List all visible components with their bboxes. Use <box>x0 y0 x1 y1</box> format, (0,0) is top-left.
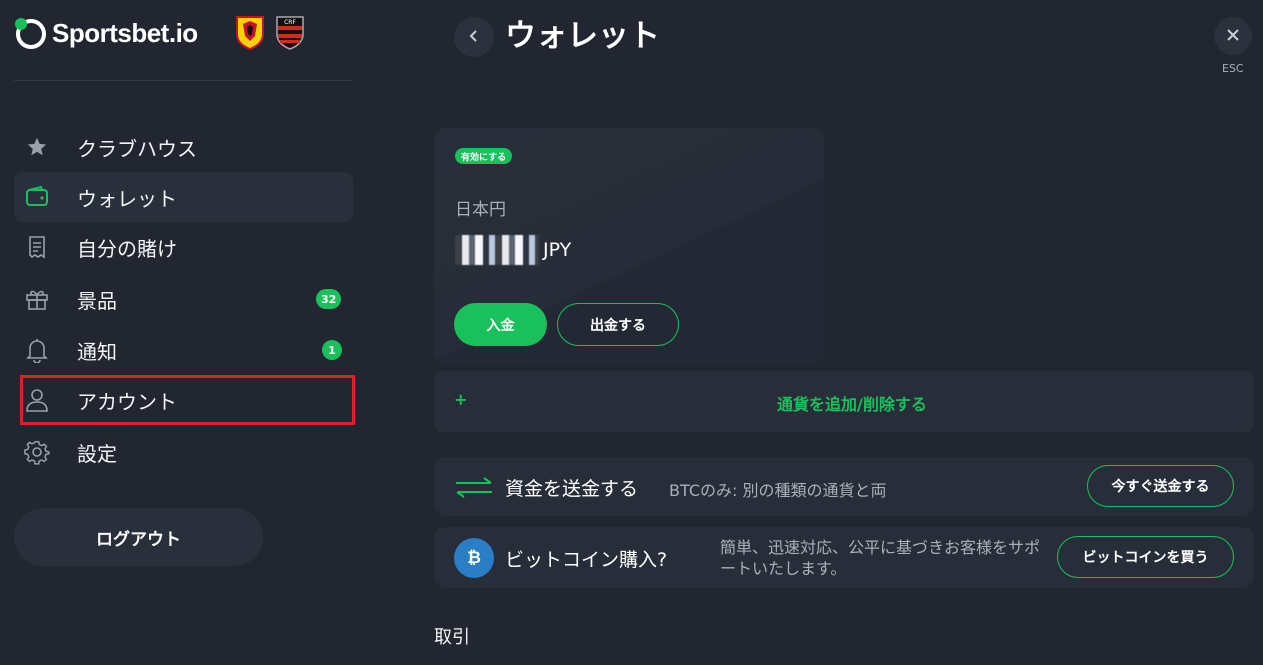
sidebar-divider <box>14 80 352 81</box>
withdraw-button[interactable]: 出金する <box>557 303 679 346</box>
notifications-count-badge: 1 <box>322 340 342 360</box>
sidebar-item-label: 景品 <box>77 288 117 313</box>
account-highlight-box <box>20 375 355 425</box>
transfer-description: BTCのみ: 別の種類の通貨と両 <box>669 481 887 500</box>
wallet-balance: JPY <box>455 235 571 265</box>
bell-icon <box>24 337 50 363</box>
back-button[interactable] <box>454 17 494 57</box>
transfer-title: 資金を送金する <box>505 478 639 500</box>
transfer-now-button[interactable]: 今すぐ送金する <box>1087 465 1234 507</box>
logo-ring-icon <box>14 17 46 49</box>
buy-bitcoin-title: ビットコイン購入? <box>505 549 668 571</box>
transfer-arrows-icon <box>454 476 494 502</box>
flamengo-crest-icon[interactable]: CRF <box>275 14 305 50</box>
sportsbet-logo[interactable]: Sportsbet.io <box>14 16 198 50</box>
sidebar-item-clubhouse[interactable]: クラブハウス <box>14 122 353 172</box>
page-title: ウォレット <box>505 18 660 54</box>
sidebar-item-my-bets[interactable]: 自分の賭け <box>14 222 353 272</box>
esc-hint: ESC <box>1222 62 1244 75</box>
sidebar-item-label: 自分の賭け <box>77 236 177 261</box>
add-remove-currency-link[interactable]: 通貨を追加/削除する <box>777 391 927 415</box>
wallet-icon <box>24 184 50 210</box>
watford-crest-icon[interactable] <box>235 14 265 51</box>
prizes-count-badge: 32 <box>316 289 342 309</box>
receipt-icon <box>24 234 50 260</box>
svg-text:CRF: CRF <box>284 19 296 26</box>
plus-icon: + <box>454 390 468 409</box>
sidebar-item-label: 設定 <box>77 441 117 466</box>
active-status-badge[interactable]: 有効にする <box>455 148 513 164</box>
chevron-left-icon <box>468 28 480 47</box>
sidebar-item-notifications[interactable]: 通知 1 <box>14 325 353 375</box>
sidebar-item-label: ウォレット <box>77 186 177 211</box>
balance-redacted-amount <box>455 235 539 265</box>
currency-name: 日本円 <box>455 200 506 220</box>
buy-bitcoin-button[interactable]: ビットコインを買う <box>1057 536 1234 578</box>
close-button[interactable] <box>1214 17 1252 55</box>
close-icon <box>1226 27 1240 46</box>
gift-icon <box>24 286 50 312</box>
transactions-heading: 取引 <box>434 627 470 648</box>
buy-bitcoin-description: 簡単、迅速対応、公平に基づきお客様をサポートいたします。 <box>720 538 1041 578</box>
logout-button[interactable]: ログアウト <box>14 508 263 566</box>
sidebar-item-label: 通知 <box>77 339 117 364</box>
logo-text: Sportsbet.io <box>52 17 198 48</box>
sidebar-item-settings[interactable]: 設定 <box>14 427 353 477</box>
sidebar-item-prizes[interactable]: 景品 32 <box>14 274 353 324</box>
gear-icon <box>24 439 50 465</box>
deposit-button[interactable]: 入金 <box>454 303 547 346</box>
bitcoin-icon: ₿ <box>454 538 494 578</box>
sidebar-item-label: クラブハウス <box>77 136 197 161</box>
sidebar-item-wallet[interactable]: ウォレット <box>14 172 353 222</box>
star-icon <box>24 134 50 160</box>
balance-currency-unit: JPY <box>543 239 572 261</box>
